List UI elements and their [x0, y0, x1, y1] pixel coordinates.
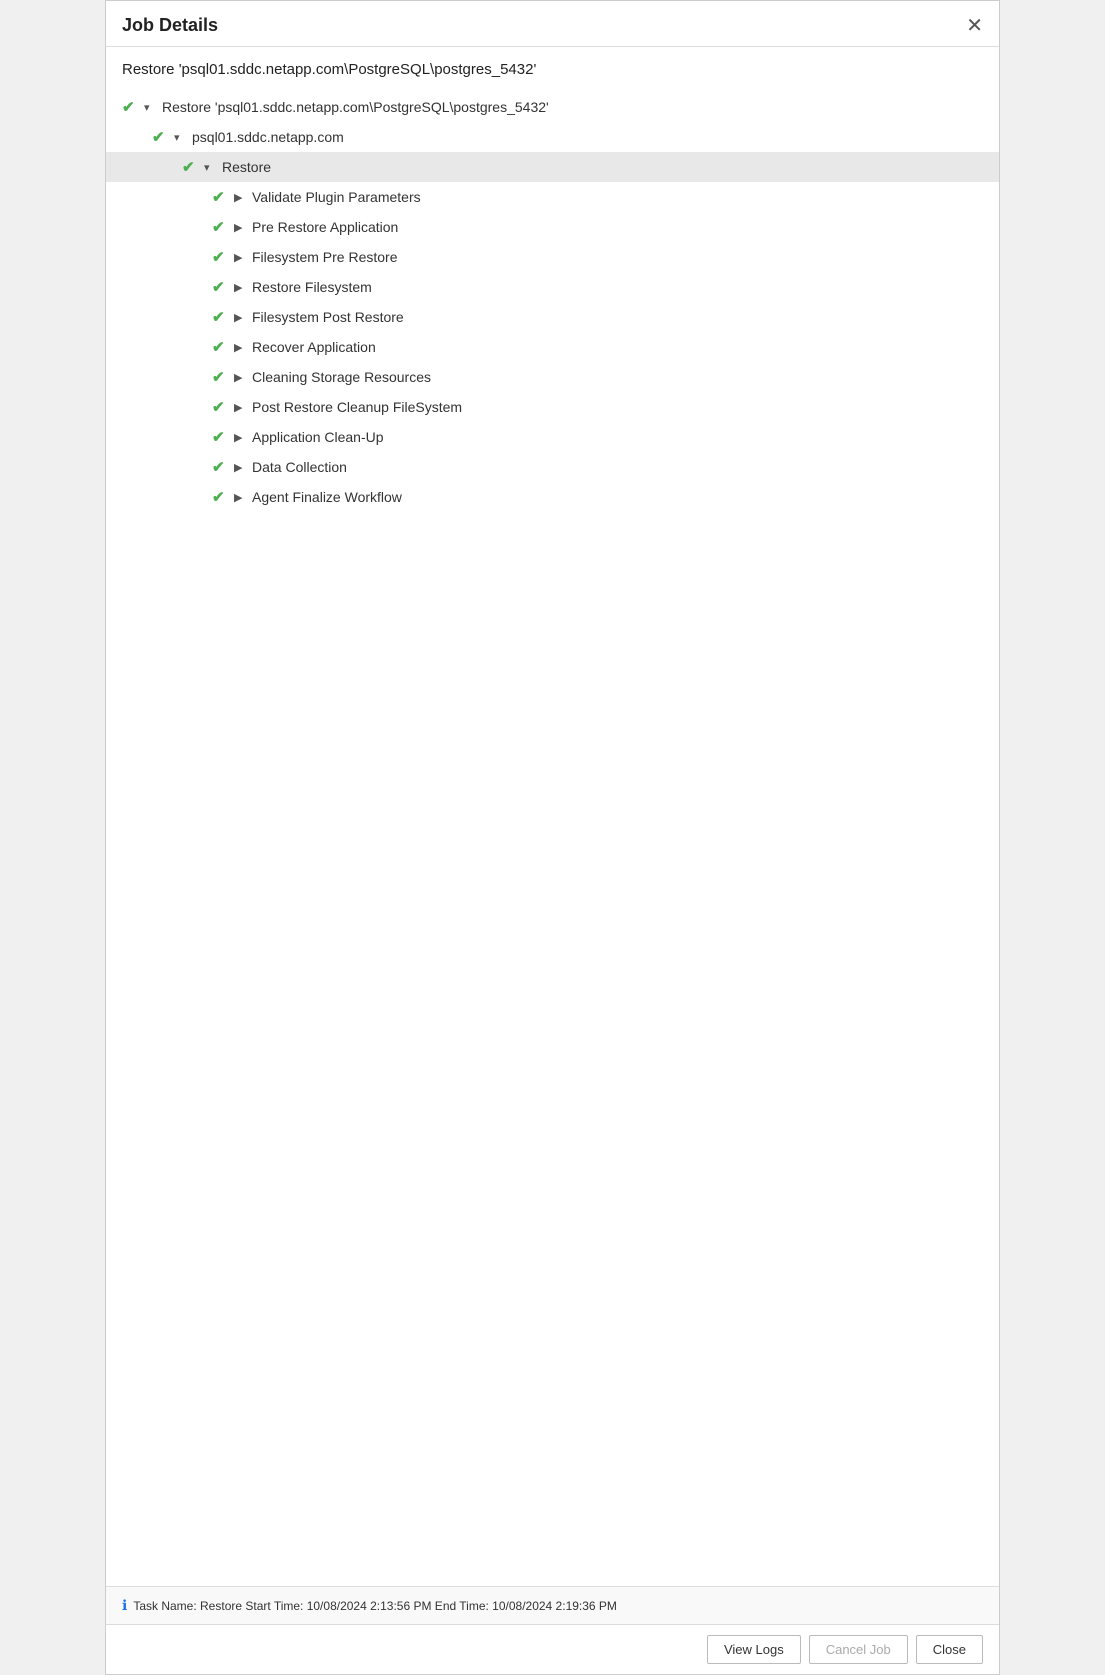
expand-arrow-icon[interactable]: ▶: [234, 371, 248, 384]
expand-arrow-icon[interactable]: ▶: [234, 431, 248, 444]
info-icon: ℹ: [122, 1597, 127, 1614]
close-button[interactable]: Close: [916, 1635, 983, 1664]
check-icon: ✔: [122, 98, 144, 116]
tree-item-filesystem-pre-restore[interactable]: ✔ ▶ Filesystem Pre Restore: [122, 242, 983, 272]
tree-item-label: Post Restore Cleanup FileSystem: [252, 399, 462, 415]
check-icon: ✔: [212, 218, 234, 236]
close-icon-button[interactable]: ✕: [966, 16, 983, 36]
tree-item-label: Validate Plugin Parameters: [252, 189, 421, 205]
job-title: Restore 'psql01.sddc.netapp.com\PostgreS…: [122, 61, 983, 78]
job-details-dialog: Job Details ✕ Restore 'psql01.sddc.netap…: [105, 0, 1000, 1675]
cancel-job-button[interactable]: Cancel Job: [809, 1635, 908, 1664]
tree-item-filesystem-post-restore[interactable]: ✔ ▶ Filesystem Post Restore: [122, 302, 983, 332]
tree-item-validate-plugin[interactable]: ✔ ▶ Validate Plugin Parameters: [122, 182, 983, 212]
tree-item-pre-restore-app[interactable]: ✔ ▶ Pre Restore Application: [122, 212, 983, 242]
tree-item-label: Filesystem Pre Restore: [252, 249, 397, 265]
tree-item-agent-finalize[interactable]: ✔ ▶ Agent Finalize Workflow: [122, 482, 983, 512]
expand-arrow-icon[interactable]: ▾: [174, 131, 188, 144]
tree-item-label: Filesystem Post Restore: [252, 309, 404, 325]
view-logs-button[interactable]: View Logs: [707, 1635, 801, 1664]
expand-arrow-icon[interactable]: ▶: [234, 311, 248, 324]
tree-item-host[interactable]: ✔ ▾ psql01.sddc.netapp.com: [122, 122, 983, 152]
check-icon: ✔: [212, 188, 234, 206]
check-icon: ✔: [182, 158, 204, 176]
tree-item-data-collection[interactable]: ✔ ▶ Data Collection: [122, 452, 983, 482]
check-icon: ✔: [212, 248, 234, 266]
tree-item-app-cleanup[interactable]: ✔ ▶ Application Clean-Up: [122, 422, 983, 452]
expand-arrow-icon[interactable]: ▶: [234, 401, 248, 414]
expand-arrow-icon[interactable]: ▶: [234, 281, 248, 294]
expand-arrow-icon[interactable]: ▶: [234, 221, 248, 234]
footer-buttons: View Logs Cancel Job Close: [106, 1624, 999, 1674]
tree-item-label: Pre Restore Application: [252, 219, 398, 235]
expand-arrow-icon[interactable]: ▶: [234, 461, 248, 474]
check-icon: ✔: [212, 458, 234, 476]
expand-arrow-icon[interactable]: ▶: [234, 341, 248, 354]
dialog-title: Job Details: [122, 15, 218, 36]
tree-item-recover-application[interactable]: ✔ ▶ Recover Application: [122, 332, 983, 362]
tree-item-restore[interactable]: ✔ ▾ Restore: [106, 152, 999, 182]
tree-item-label: Cleaning Storage Resources: [252, 369, 431, 385]
check-icon: ✔: [212, 488, 234, 506]
check-icon: ✔: [212, 368, 234, 386]
footer-info-text: Task Name: Restore Start Time: 10/08/202…: [133, 1599, 617, 1613]
check-icon: ✔: [152, 128, 174, 146]
expand-arrow-icon[interactable]: ▾: [204, 161, 218, 174]
tree-item-label: Recover Application: [252, 339, 376, 355]
footer-info: ℹ Task Name: Restore Start Time: 10/08/2…: [106, 1586, 999, 1624]
check-icon: ✔: [212, 428, 234, 446]
dialog-body: Restore 'psql01.sddc.netapp.com\PostgreS…: [106, 47, 999, 1586]
check-icon: ✔: [212, 278, 234, 296]
tree-item-label: Restore 'psql01.sddc.netapp.com\PostgreS…: [162, 99, 549, 115]
tree-item-label: Data Collection: [252, 459, 347, 475]
expand-arrow-icon[interactable]: ▶: [234, 251, 248, 264]
expand-arrow-icon[interactable]: ▶: [234, 191, 248, 204]
tree-item-label: Agent Finalize Workflow: [252, 489, 402, 505]
tree-item-label: Restore Filesystem: [252, 279, 372, 295]
tree-item-post-restore-cleanup[interactable]: ✔ ▶ Post Restore Cleanup FileSystem: [122, 392, 983, 422]
tree-item-cleaning-storage[interactable]: ✔ ▶ Cleaning Storage Resources: [122, 362, 983, 392]
expand-arrow-icon[interactable]: ▶: [234, 491, 248, 504]
expand-arrow-icon[interactable]: ▾: [144, 101, 158, 114]
check-icon: ✔: [212, 308, 234, 326]
tree-item-restore-filesystem[interactable]: ✔ ▶ Restore Filesystem: [122, 272, 983, 302]
tree-item-root[interactable]: ✔ ▾ Restore 'psql01.sddc.netapp.com\Post…: [122, 92, 983, 122]
check-icon: ✔: [212, 398, 234, 416]
tree-item-label: Application Clean-Up: [252, 429, 384, 445]
job-tree: ✔ ▾ Restore 'psql01.sddc.netapp.com\Post…: [122, 92, 983, 512]
tree-item-label: Restore: [222, 159, 271, 175]
check-icon: ✔: [212, 338, 234, 356]
dialog-header: Job Details ✕: [106, 1, 999, 47]
tree-item-label: psql01.sddc.netapp.com: [192, 129, 344, 145]
